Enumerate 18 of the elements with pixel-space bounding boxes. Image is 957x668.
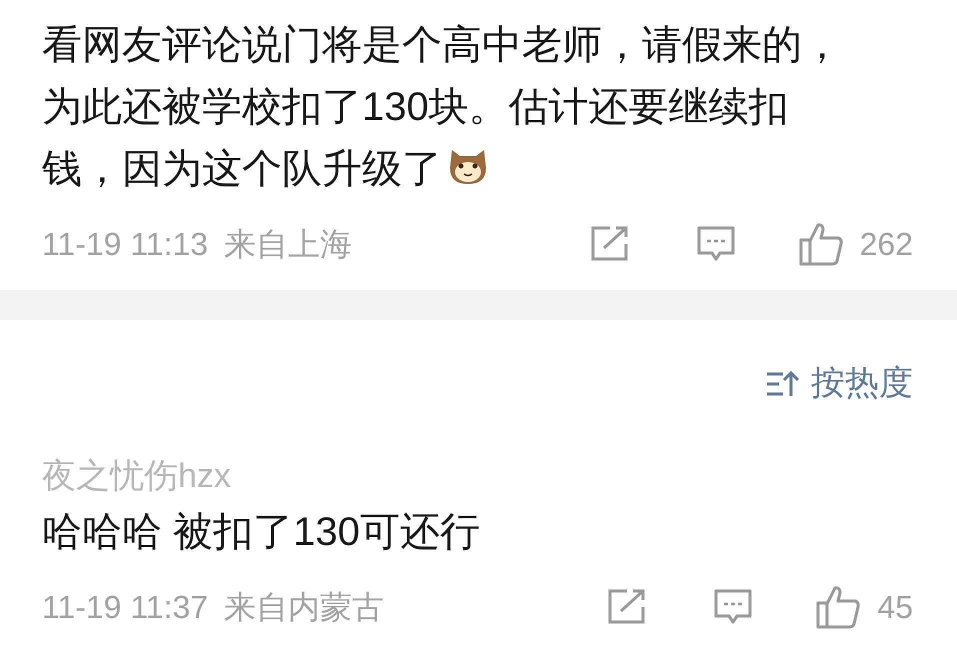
- sort-icon: [765, 370, 799, 398]
- thumbs-up-icon[interactable]: [798, 221, 844, 267]
- comment-icon[interactable]: [713, 588, 754, 626]
- share-icon[interactable]: [590, 226, 630, 262]
- thumbs-up-icon[interactable]: [815, 584, 862, 630]
- comment-location: 来自上海: [224, 225, 352, 264]
- comment-time: 11-19 11:13: [42, 225, 208, 264]
- sort-button[interactable]: 按热度: [765, 358, 913, 409]
- share-icon[interactable]: [607, 589, 648, 625]
- comment-text-line: 哈哈哈 被扣了130可还行: [42, 510, 480, 554]
- like-count: 262: [860, 225, 913, 264]
- like-count: 45: [877, 588, 913, 627]
- comment-icon[interactable]: [696, 225, 736, 263]
- comment-location: 来自内蒙古: [224, 588, 384, 627]
- comment-text-line: 为此还被学校扣了130块。估计还要继续扣: [42, 85, 789, 129]
- comment-text-line: 钱，因为这个队升级了: [42, 147, 442, 191]
- comment-text-line: 看网友评论说门将是个高中老师，请假来的，: [42, 23, 842, 67]
- comment-time: 11-19 11:37: [42, 588, 208, 627]
